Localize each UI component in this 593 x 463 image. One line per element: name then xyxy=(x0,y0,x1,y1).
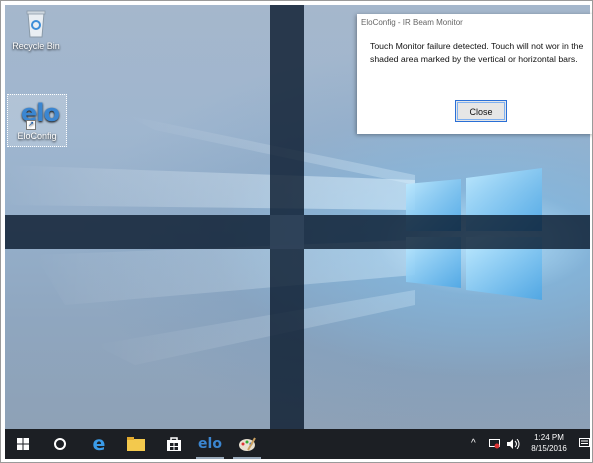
screenshot-frame: Recycle Bin elo ↗ EloConfig EloConfig - … xyxy=(0,0,593,463)
paint-button[interactable] xyxy=(229,429,265,459)
clock-time: 1:24 PM xyxy=(534,433,564,442)
cortana-icon xyxy=(54,438,66,450)
desktop-icon-label: EloConfig xyxy=(17,131,57,141)
active-indicator xyxy=(196,457,224,459)
network-icon[interactable] xyxy=(489,439,501,449)
edge-button[interactable]: e xyxy=(81,429,117,459)
clock[interactable]: 1:24 PM 8/15/2016 xyxy=(523,433,575,453)
store-button[interactable] xyxy=(156,429,192,459)
ir-beam-monitor-dialog: EloConfig - IR Beam Monitor Touch Monito… xyxy=(357,14,592,134)
elo-icon: elo xyxy=(198,436,222,452)
start-button[interactable] xyxy=(5,429,41,459)
desktop-icon-label: Recycle Bin xyxy=(12,41,60,51)
taskbar: e elo ^ 1:24 PM 8/15/2016 xyxy=(5,429,590,459)
cortana-button[interactable] xyxy=(42,429,78,459)
file-explorer-icon xyxy=(127,437,145,451)
store-icon xyxy=(167,437,181,451)
dialog-message: Touch Monitor failure detected. Touch wi… xyxy=(370,41,584,64)
active-indicator xyxy=(233,457,261,459)
desktop-icon-eloconfig[interactable]: elo ↗ EloConfig xyxy=(7,94,67,147)
action-center-icon[interactable] xyxy=(579,438,591,450)
show-hidden-icons-chevron[interactable]: ^ xyxy=(471,438,476,449)
dialog-title[interactable]: EloConfig - IR Beam Monitor xyxy=(357,14,592,34)
elo-taskbar-button[interactable]: elo xyxy=(192,429,228,459)
paint-icon xyxy=(239,437,256,451)
shortcut-arrow-icon: ↗ xyxy=(26,120,36,130)
volume-icon[interactable] xyxy=(507,439,521,449)
edge-icon: e xyxy=(92,433,106,455)
recycle-bin-icon xyxy=(20,9,52,39)
close-button[interactable]: Close xyxy=(455,100,507,122)
elo-config-icon: elo ↗ xyxy=(21,99,60,130)
windows-start-icon xyxy=(17,438,29,450)
file-explorer-button[interactable] xyxy=(118,429,154,459)
desktop-icon-recycle-bin[interactable]: Recycle Bin xyxy=(7,9,65,51)
clock-date: 8/15/2016 xyxy=(531,444,567,453)
